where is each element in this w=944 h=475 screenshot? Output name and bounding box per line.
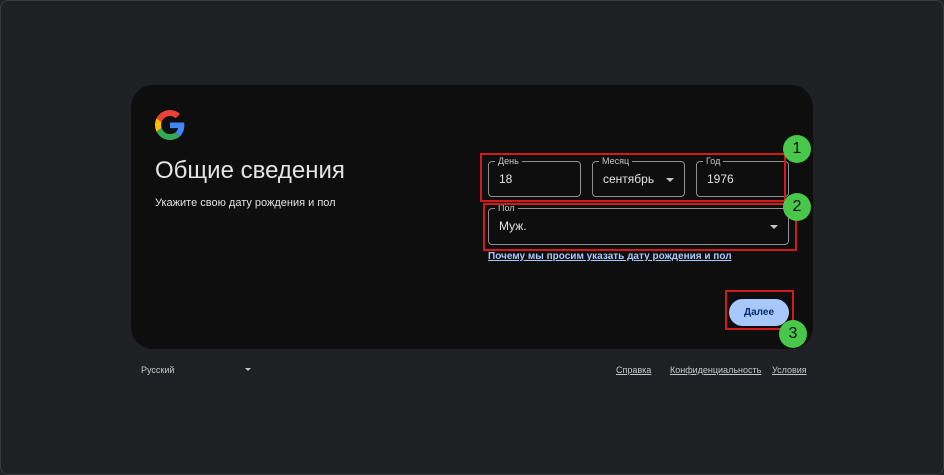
day-label: День xyxy=(495,156,522,167)
privacy-link[interactable]: Конфиденциальность xyxy=(670,365,761,375)
gender-label: Пол xyxy=(495,203,518,214)
gender-value: Муж. xyxy=(499,219,527,233)
month-label: Месяц xyxy=(599,156,633,167)
page-subtitle: Укажите свою дату рождения и пол xyxy=(155,197,336,209)
help-link[interactable]: Справка xyxy=(616,365,651,375)
language-value: Русский xyxy=(141,365,175,375)
day-value: 18 xyxy=(499,172,513,186)
caret-down-icon xyxy=(245,368,251,371)
year-field[interactable]: Год 1976 xyxy=(696,156,789,197)
terms-link[interactable]: Условия xyxy=(772,365,807,375)
gender-select[interactable]: Пол Муж. xyxy=(488,203,789,245)
signup-card: Общие сведения Укажите свою дату рождени… xyxy=(131,85,813,349)
day-field[interactable]: День 18 xyxy=(488,156,581,197)
google-logo xyxy=(155,110,185,140)
year-label: Год xyxy=(703,156,724,167)
caret-down-icon xyxy=(770,225,778,229)
language-select[interactable]: Русский xyxy=(141,365,253,379)
year-value: 1976 xyxy=(707,172,734,186)
next-button[interactable]: Далее xyxy=(729,299,789,326)
annotation-badge-3: 3 xyxy=(779,320,807,348)
month-value: сентябрь xyxy=(603,172,655,186)
page-title: Общие сведения xyxy=(155,157,345,184)
why-birthdate-link[interactable]: Почему мы просим указать дату рождения и… xyxy=(488,251,732,262)
annotation-badge-2: 2 xyxy=(783,193,811,221)
annotation-badge-1: 1 xyxy=(783,135,811,163)
month-select[interactable]: Месяц сентябрь xyxy=(592,156,685,197)
caret-down-icon xyxy=(666,178,674,182)
